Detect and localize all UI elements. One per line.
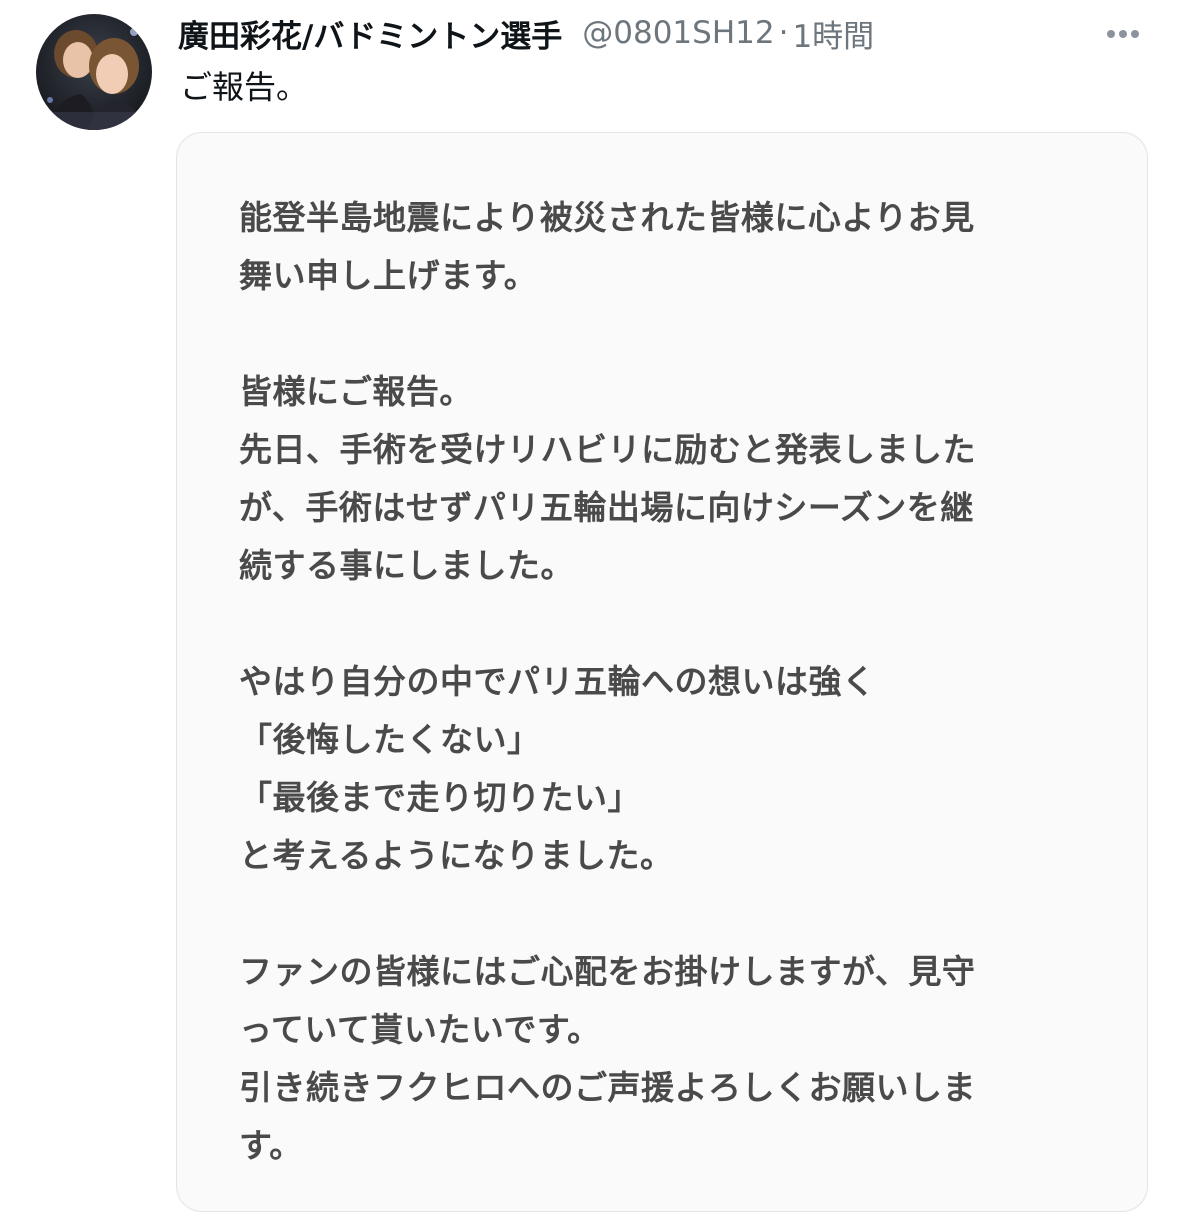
display-name[interactable]: 廣田彩花/バドミントン選手 — [178, 11, 562, 56]
statement-line: 能登半島地震により被災された皆様に心よりお見 — [239, 198, 975, 237]
statement-line: っていて貰いたいです。 — [239, 1010, 601, 1049]
more-options-button[interactable] — [1098, 14, 1148, 54]
tweet-header: 廣田彩花/バドミントン選手 @0801SH12 · 1時間 — [178, 10, 1118, 56]
attached-image[interactable]: 能登半島地震により被災された皆様に心よりお見 舞い申し上げます。 皆様にご報告。… — [176, 132, 1148, 1212]
statement-line: ファンの皆様にはご心配をお掛けしますが、見守 — [239, 952, 976, 991]
statement-text: 能登半島地震により被災された皆様に心よりお見 舞い申し上げます。 皆様にご報告。… — [239, 189, 1099, 1175]
tweet-text: ご報告。 — [180, 68, 309, 106]
user-handle[interactable]: @0801SH12 — [582, 15, 774, 51]
statement-line: 引き続きフクヒロへのご声援よろしくお願いしま — [239, 1068, 976, 1107]
statement-line: 「最後まで走り切りたい」 — [239, 778, 641, 817]
avatar[interactable] — [36, 14, 152, 130]
separator-dot: · — [778, 15, 789, 51]
timestamp[interactable]: 1時間 — [792, 11, 874, 56]
statement-line: 舞い申し上げます。 — [239, 256, 538, 295]
statement-line: と考えるようになりました。 — [239, 836, 674, 875]
statement-line: 先日、手術を受けリハビリに励むと発表しました — [239, 430, 976, 469]
statement-line: 続する事にしました。 — [239, 546, 574, 585]
statement-line: が、手術はせずパリ五輪出場に向けシーズンを継 — [239, 488, 974, 527]
more-horizontal-icon — [1107, 30, 1139, 38]
statement-line: 皆様にご報告。 — [239, 372, 473, 411]
statement-line: 「後悔したくない」 — [239, 720, 541, 759]
statement-line: す。 — [239, 1126, 303, 1165]
avatar-photo — [36, 14, 152, 130]
statement-line: やはり自分の中でパリ五輪への想いは強く — [239, 662, 876, 701]
